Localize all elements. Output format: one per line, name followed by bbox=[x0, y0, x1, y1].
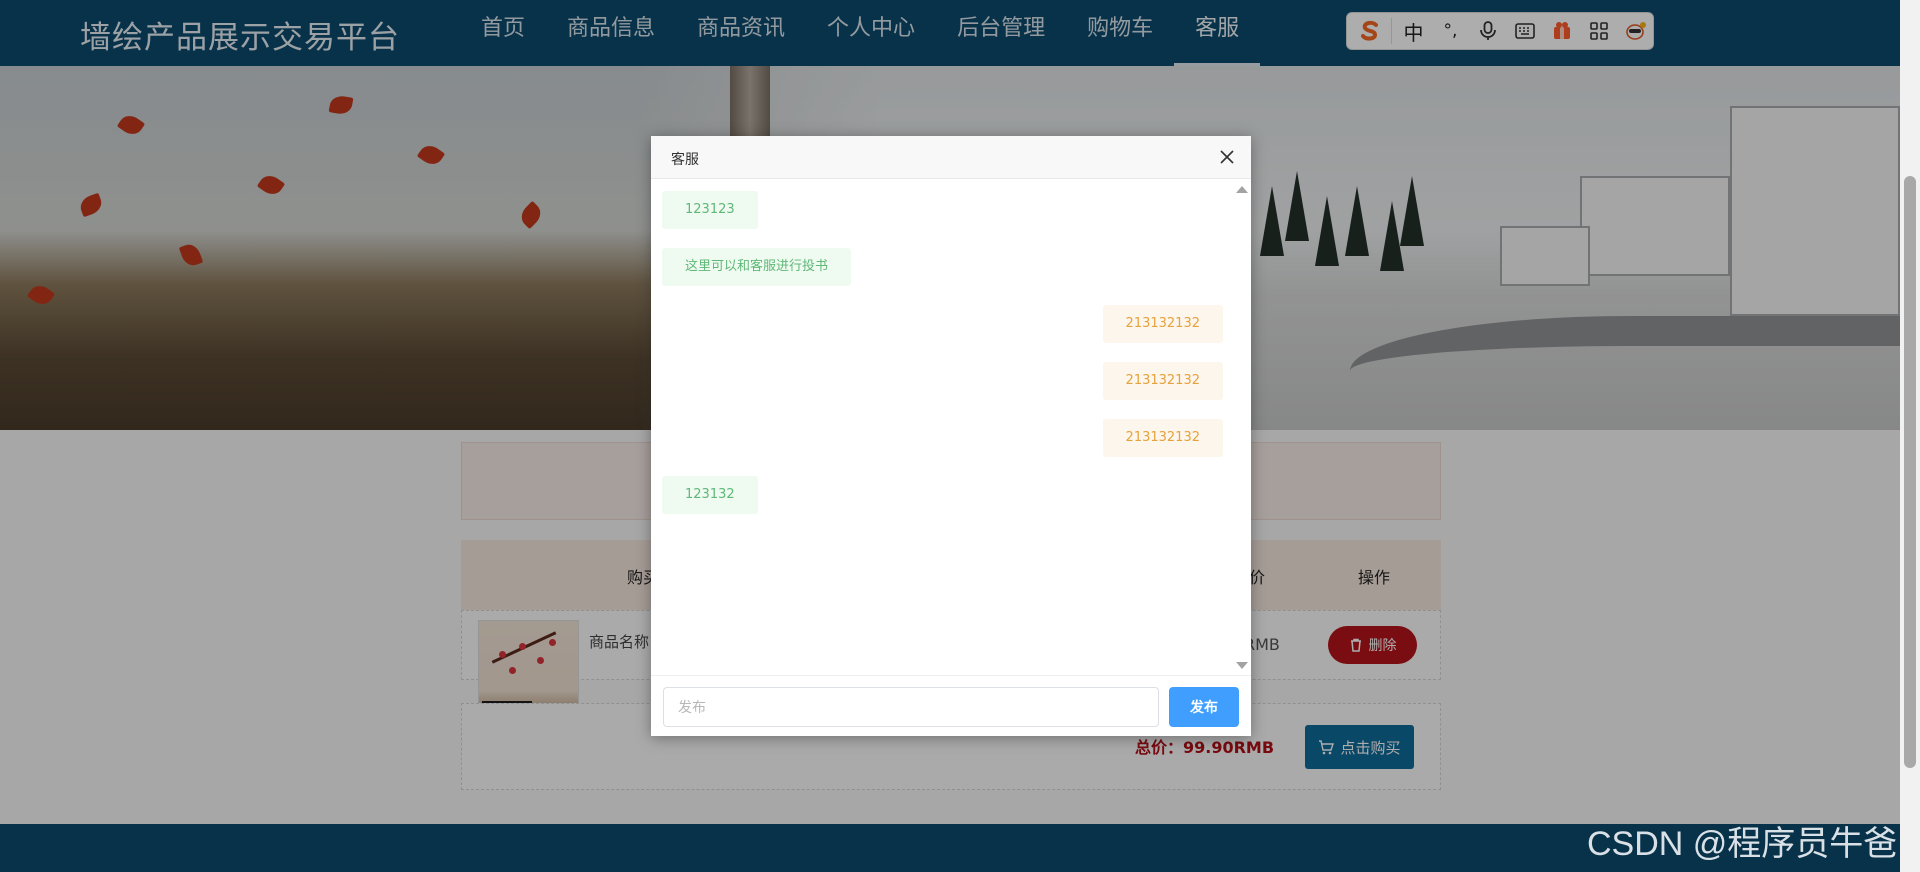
chat-message-received: 123123 bbox=[662, 191, 758, 229]
dialog-title: 客服 bbox=[671, 152, 699, 168]
chat-message-sent: 213132132 bbox=[1102, 305, 1223, 343]
scroll-up-icon[interactable] bbox=[1236, 186, 1248, 193]
dialog-footer: 发布 bbox=[651, 675, 1251, 736]
scroll-down-icon[interactable] bbox=[1236, 662, 1248, 669]
close-icon bbox=[1220, 150, 1234, 164]
dialog-header: 客服 bbox=[651, 136, 1251, 179]
chat-message-sent: 213132132 bbox=[1102, 362, 1223, 400]
chat-scrollbar[interactable] bbox=[1235, 180, 1251, 675]
chat-message-received: 这里可以和客服进行投书 bbox=[662, 248, 852, 286]
close-button[interactable] bbox=[1217, 147, 1237, 167]
message-input[interactable] bbox=[663, 687, 1159, 727]
page-scrollbar-thumb[interactable] bbox=[1904, 176, 1916, 768]
csdn-watermark: CSDN @程序员牛爸 bbox=[1587, 825, 1898, 863]
chat-message-sent: 213132132 bbox=[1102, 419, 1223, 457]
chat-message-received: 123132 bbox=[662, 476, 758, 514]
customer-service-dialog: 客服 123123 这里可以和客服进行投书 213132132 21313213… bbox=[651, 136, 1251, 736]
chat-history[interactable]: 123123 这里可以和客服进行投书 213132132 213132132 2… bbox=[651, 180, 1251, 675]
send-button[interactable]: 发布 bbox=[1169, 687, 1239, 727]
